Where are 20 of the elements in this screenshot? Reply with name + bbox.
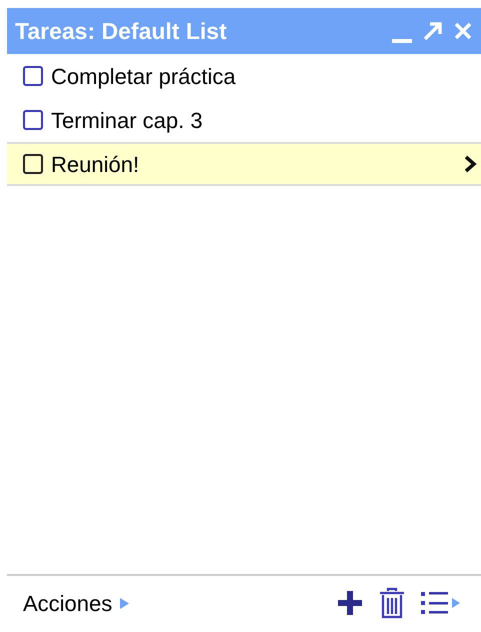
task-row[interactable]: Completar práctica (7, 54, 481, 98)
task-checkbox[interactable] (23, 66, 43, 86)
window-title: Tareas: Default List (15, 16, 228, 46)
task-text: Completar práctica (51, 62, 237, 91)
close-icon (454, 22, 472, 40)
task-row[interactable]: Terminar cap. 3 (7, 98, 481, 142)
task-text: Reunión! (51, 150, 140, 178)
add-task-button[interactable] (337, 590, 363, 616)
task-checkbox[interactable] (23, 110, 43, 130)
arrow-icon (422, 20, 444, 42)
trash-icon (379, 587, 405, 619)
chevron-right-icon[interactable] (463, 155, 477, 173)
plus-icon (337, 590, 363, 616)
minimize-icon (392, 38, 412, 44)
task-text: Terminar cap. 3 (51, 106, 204, 135)
actions-menu-button[interactable]: Acciones (23, 586, 130, 620)
triangle-right-icon (120, 598, 130, 608)
task-checkbox[interactable] (23, 154, 43, 174)
delete-task-button[interactable] (379, 587, 405, 619)
task-row[interactable]: Reunión! (7, 142, 481, 186)
